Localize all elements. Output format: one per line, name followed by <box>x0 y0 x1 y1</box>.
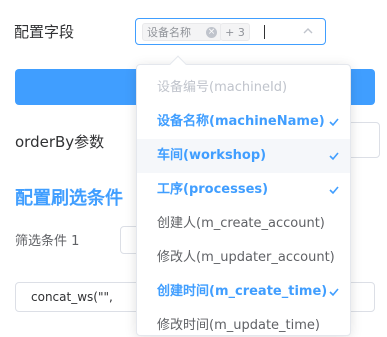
field-multiselect[interactable]: 设备名称 × + 3 <box>135 18 326 45</box>
option-label: 设备编号(machineId) <box>157 80 288 95</box>
field-dropdown: 设备编号(machineId) 设备名称(machineName) 车间(wor… <box>136 64 351 336</box>
option-update-time[interactable]: 修改时间(m_update_time) <box>137 309 350 335</box>
option-label: 修改人(m_updater_account) <box>157 250 335 265</box>
field-label: 配置字段 <box>14 23 75 41</box>
option-label: 创建人(m_create_account) <box>157 216 325 231</box>
close-circle-icon[interactable]: × <box>206 27 217 38</box>
option-create-time[interactable]: 创建时间(m_create_time) <box>137 275 350 309</box>
option-label: 修改时间(m_update_time) <box>157 318 320 333</box>
check-icon <box>329 186 339 195</box>
filter-label: 筛选条件 1 <box>15 234 80 249</box>
option-label: 设备名称(machineName) <box>157 114 325 129</box>
chevron-up-icon[interactable] <box>301 24 315 38</box>
check-icon <box>329 152 339 161</box>
concat-value: concat_ws("", <box>31 290 113 304</box>
check-icon <box>329 118 339 127</box>
more-tags-count: + 3 <box>220 23 250 41</box>
option-machine-id: 设备编号(machineId) <box>137 71 350 105</box>
option-updater-account[interactable]: 修改人(m_updater_account) <box>137 241 350 275</box>
check-icon <box>329 288 339 297</box>
text-cursor <box>264 25 265 39</box>
option-label: 工序(processes) <box>157 182 269 197</box>
selected-tag-label: 设备名称 <box>147 26 191 39</box>
option-label: 车间(workshop) <box>157 148 267 163</box>
orderby-label: orderBy参数 <box>15 133 105 151</box>
option-machine-name[interactable]: 设备名称(machineName) <box>137 105 350 139</box>
option-workshop[interactable]: 车间(workshop) <box>137 139 350 173</box>
option-processes[interactable]: 工序(processes) <box>137 173 350 207</box>
option-label: 创建时间(m_create_time) <box>157 284 328 299</box>
section-title: 配置刷选条件 <box>15 188 123 209</box>
selected-tag: 设备名称 × <box>142 23 222 41</box>
option-create-account[interactable]: 创建人(m_create_account) <box>137 207 350 241</box>
